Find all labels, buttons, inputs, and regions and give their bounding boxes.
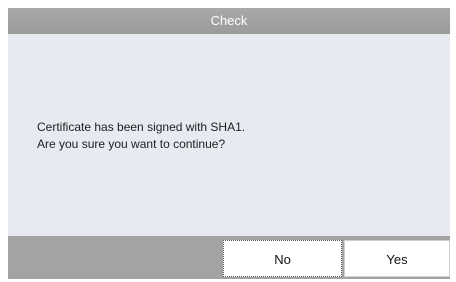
dialog-message: Certificate has been signed with SHA1. A…: [37, 119, 245, 153]
dialog-title: Check: [8, 8, 450, 34]
dialog-button-bar: No Yes: [8, 236, 450, 279]
dialog-content: Certificate has been signed with SHA1. A…: [8, 34, 450, 236]
confirmation-dialog: Check Certificate has been signed with S…: [8, 8, 450, 279]
yes-button[interactable]: Yes: [344, 240, 450, 277]
message-line-2: Are you sure you want to continue?: [37, 137, 226, 151]
no-button[interactable]: No: [223, 240, 342, 277]
message-line-1: Certificate has been signed with SHA1.: [37, 120, 246, 134]
